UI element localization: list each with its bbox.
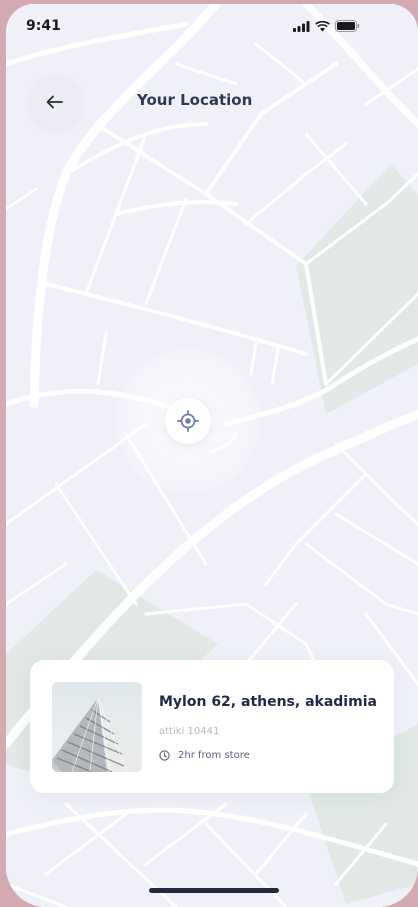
home-indicator[interactable]: [149, 888, 279, 893]
signal-icon: [293, 20, 310, 32]
status-time: 9:41: [26, 18, 61, 34]
building-photo: [52, 682, 142, 772]
current-location-marker[interactable]: [116, 349, 260, 493]
location-address: Mylon 62, athens, akadimia: [159, 694, 377, 710]
location-postcode: attiki 10441: [159, 726, 220, 737]
clock-icon: [159, 750, 170, 761]
back-button[interactable]: [27, 74, 83, 130]
location-card[interactable]: Mylon 62, athens, akadimia attiki 10441 …: [30, 660, 394, 793]
eta-row: 2hr from store: [159, 750, 250, 761]
locator-button[interactable]: [165, 398, 211, 444]
phone-screen: 9:41 Your Location Mylon 62, athens, aka…: [6, 4, 418, 907]
page-title: Your Location: [137, 91, 253, 109]
crosshair-icon: [177, 410, 199, 432]
battery-icon: [335, 20, 360, 32]
status-bar: 9:41: [6, 4, 418, 48]
status-icons: [293, 20, 360, 32]
wifi-icon: [315, 20, 330, 31]
arrow-left-icon: [46, 95, 63, 109]
eta-text: 2hr from store: [178, 750, 250, 761]
